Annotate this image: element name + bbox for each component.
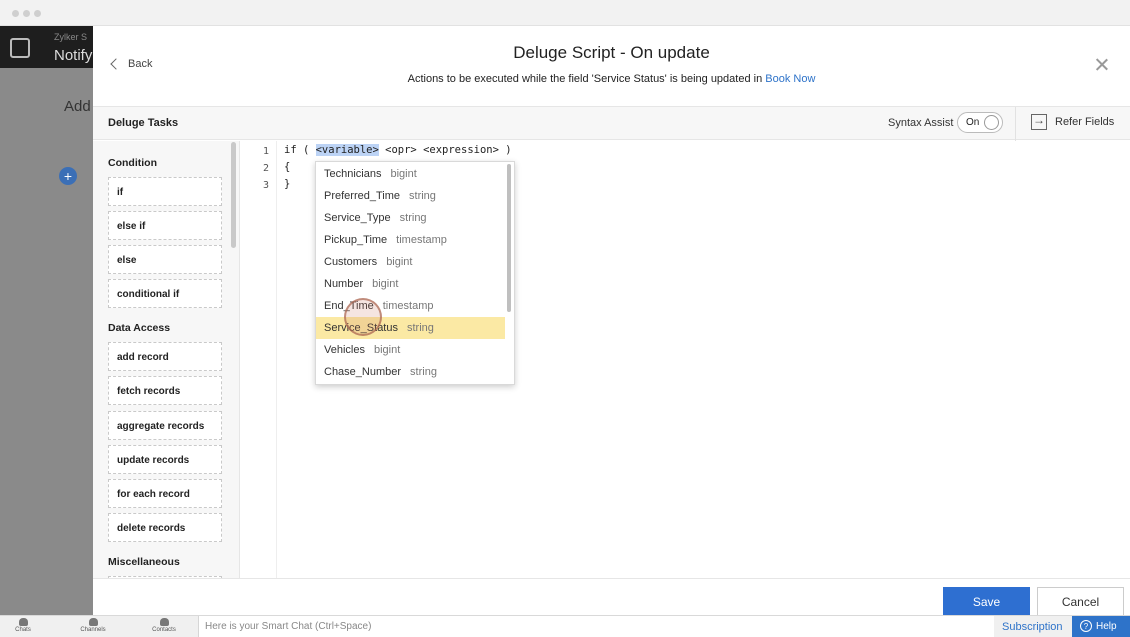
help-button[interactable]: ? Help	[1072, 616, 1130, 637]
autocomplete-item[interactable]: Number bigint	[316, 273, 505, 295]
autocomplete-dropdown: Technicians bigint Preferred_Time string S…	[315, 161, 515, 385]
toggle-knob	[984, 115, 999, 130]
save-button[interactable]: Save	[943, 587, 1030, 616]
toolbar-divider	[1015, 107, 1016, 141]
close-icon[interactable]	[1093, 56, 1111, 74]
task-conditional-if[interactable]: conditional if	[108, 279, 222, 308]
modal-title: Deluge Script - On update	[513, 43, 710, 62]
task-add-record[interactable]: add record	[108, 342, 222, 371]
variable-placeholder[interactable]: <variable>	[315, 144, 379, 156]
code-line-2[interactable]: {	[284, 161, 290, 173]
autocomplete-item[interactable]: Pickup_Time timestamp	[316, 229, 505, 251]
channels-button[interactable]: Channels	[65, 618, 121, 633]
subscription-link[interactable]: Subscription	[1002, 621, 1063, 633]
task-if[interactable]: if	[108, 177, 222, 206]
task-delete-records[interactable]: delete records	[108, 513, 222, 542]
contacts-icon	[159, 618, 169, 626]
background-app-name: Zylker S	[54, 32, 88, 42]
line-number-gutter: 1 2 3	[241, 141, 277, 578]
tasks-title: Deluge Tasks	[108, 117, 179, 129]
chat-icon	[18, 618, 28, 626]
task-for-each-record[interactable]: for each record	[108, 479, 222, 508]
section-condition: Condition	[108, 157, 157, 169]
line-number: 3	[263, 180, 270, 191]
cancel-button[interactable]: Cancel	[1037, 587, 1124, 616]
chats-button[interactable]: Chats	[0, 618, 51, 633]
section-data-access: Data Access	[108, 322, 171, 334]
smart-chat-input[interactable]: Here is your Smart Chat (Ctrl+Space)	[198, 616, 994, 637]
autocomplete-scrollbar[interactable]	[507, 164, 511, 312]
modal-subtitle: Actions to be executed while the field '…	[93, 73, 1130, 85]
contacts-button[interactable]: Contacts	[136, 618, 192, 633]
refer-fields-button[interactable]: Refer Fields	[1031, 113, 1115, 130]
code-editor[interactable]: 1 2 3 if ( <variable> <opr> <expression>…	[241, 141, 1130, 578]
autocomplete-item[interactable]: Chase_Number string	[316, 361, 505, 383]
window-dot-icon[interactable]	[23, 10, 30, 17]
task-update-records[interactable]: update records	[108, 445, 222, 474]
window-titlebar	[0, 0, 1130, 26]
section-miscellaneous: Miscellaneous	[108, 556, 180, 568]
autocomplete-item[interactable]: Customers bigint	[316, 251, 505, 273]
autocomplete-item[interactable]: Service_Type string	[316, 207, 505, 229]
window-dot-icon[interactable]	[12, 10, 19, 17]
code-line-3[interactable]: }	[284, 178, 290, 190]
modal-footer: Save Cancel	[93, 578, 1130, 616]
code-keyword: if (	[284, 144, 316, 156]
task-fetch-records[interactable]: fetch records	[108, 376, 222, 405]
bottom-bar: Chats Channels Contacts Here is your Sma…	[0, 615, 1130, 637]
app-logo-icon	[10, 38, 30, 58]
autocomplete-item[interactable]: Preferred_Time string	[316, 185, 505, 207]
form-link[interactable]: Book Now	[765, 73, 815, 85]
line-number: 1	[263, 146, 270, 157]
refer-fields-label: Refer Fields	[1055, 116, 1115, 128]
help-icon: ?	[1080, 620, 1092, 632]
code-rest: <opr> <expression> )	[378, 144, 512, 156]
subtitle-text: Actions to be executed while the field '…	[407, 73, 766, 85]
pointer-cursor-icon	[344, 298, 382, 336]
background-page-heading: Notify	[54, 47, 93, 64]
task-aggregate-records[interactable]: aggregate records	[108, 411, 222, 440]
code-line-1[interactable]: if ( <variable> <opr> <expression> )	[284, 144, 512, 156]
syntax-assist-label: Syntax Assist	[888, 117, 954, 129]
deluge-script-modal: Back Deluge Script - On update Actions t…	[93, 26, 1130, 616]
toggle-state: On	[966, 117, 980, 128]
background-add-heading: Add	[64, 98, 91, 115]
add-circle-icon: +	[59, 167, 77, 185]
task-else[interactable]: else	[108, 245, 222, 274]
tasks-scrollbar[interactable]	[231, 142, 236, 248]
autocomplete-item[interactable]: Vehicles bigint	[316, 339, 505, 361]
syntax-assist-toggle[interactable]: On	[957, 112, 1003, 133]
line-number: 2	[263, 163, 270, 174]
window-dot-icon[interactable]	[34, 10, 41, 17]
refer-fields-icon	[1031, 113, 1047, 130]
autocomplete-item[interactable]: Technicians bigint	[316, 163, 505, 185]
editor-toolbar: Deluge Tasks Syntax Assist On Refer Fiel…	[93, 106, 1130, 141]
deluge-tasks-panel: Condition if else if else conditional if…	[93, 141, 240, 578]
channels-icon	[88, 618, 98, 626]
task-else-if[interactable]: else if	[108, 211, 222, 240]
